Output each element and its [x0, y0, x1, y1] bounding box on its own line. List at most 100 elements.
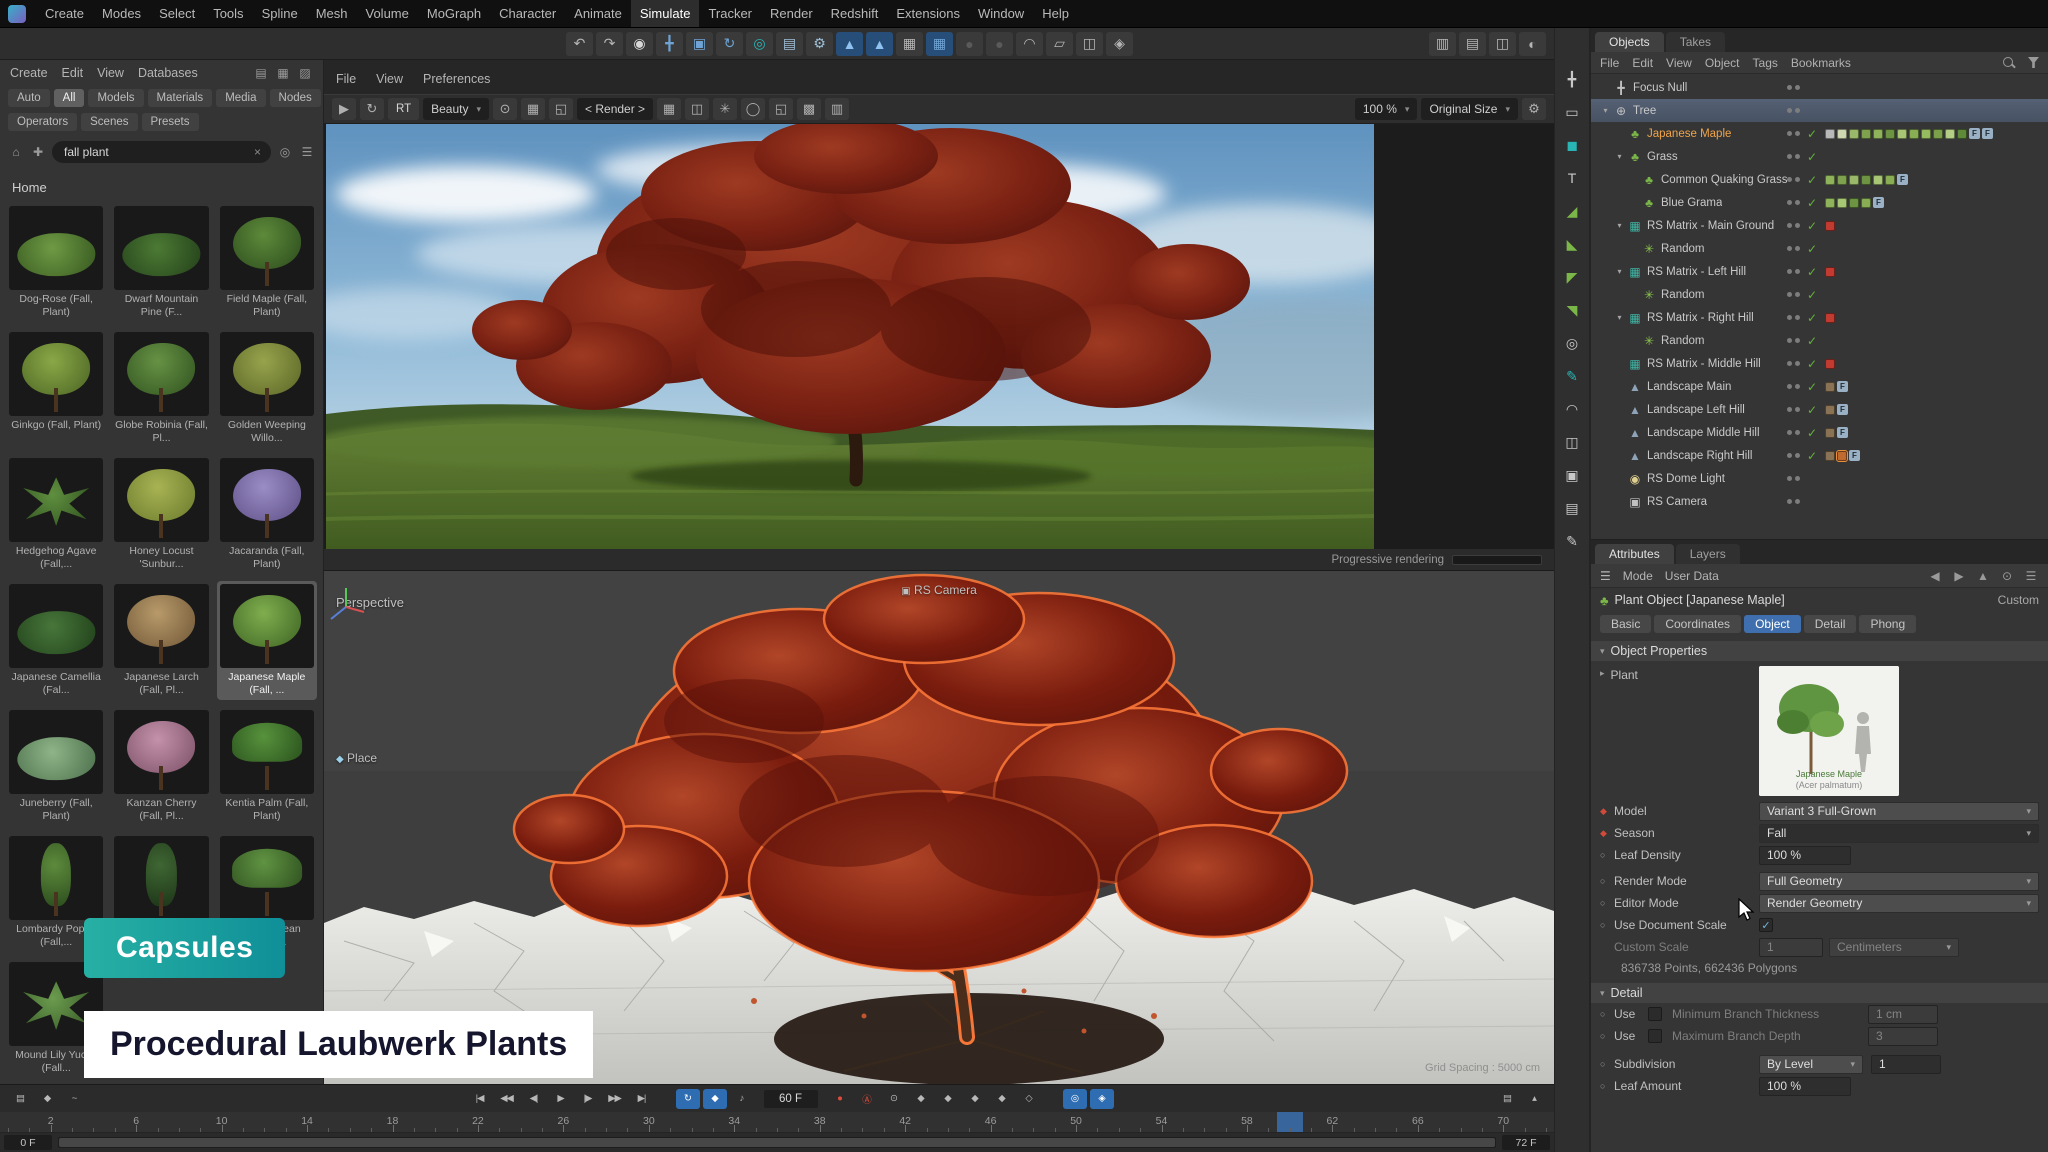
enabled-check-icon[interactable]: ✓: [1807, 127, 1817, 141]
section-object-properties[interactable]: ▾ Object Properties: [1591, 641, 2048, 661]
menu-window[interactable]: Window: [969, 0, 1033, 27]
menu-tracker[interactable]: Tracker: [699, 0, 761, 27]
asset-item[interactable]: Japanese Larch (Fall, Pl...: [111, 581, 211, 700]
layout-render-icon[interactable]: ▥: [1429, 32, 1456, 56]
enabled-check-icon[interactable]: ✓: [1807, 219, 1817, 233]
object-tree-item[interactable]: ▾⊕Tree: [1591, 99, 2048, 122]
film-tool-icon[interactable]: ▤: [1560, 497, 1584, 519]
expander-icon[interactable]: ▾: [1613, 152, 1626, 161]
editor-visibility-dot[interactable]: [1787, 85, 1792, 90]
leaf-density-field[interactable]: 100 %: [1759, 846, 1851, 865]
asset-item[interactable]: Honey Locust 'Sunbur...: [111, 455, 211, 574]
subdivision-mode-dropdown[interactable]: By Level ▾: [1759, 1055, 1863, 1074]
app-logo-icon[interactable]: [8, 5, 26, 23]
axis-gizmo[interactable]: [324, 583, 368, 627]
tag-icon[interactable]: F: [1897, 174, 1908, 185]
hamburger-icon[interactable]: ☰: [1600, 569, 1611, 583]
history-back-icon[interactable]: ◀: [1927, 568, 1943, 584]
disabled-circle-b-icon[interactable]: ●: [986, 32, 1013, 56]
enabled-check-icon[interactable]: ✓: [1807, 288, 1817, 302]
material-chip[interactable]: [1873, 129, 1883, 139]
keyframe-dot-icon[interactable]: ◆: [1600, 806, 1614, 817]
asset-item[interactable]: Juneberry (Fall, Plant): [6, 707, 106, 826]
object-tree-item[interactable]: ◉RS Dome Light: [1591, 467, 2048, 490]
range-start-field[interactable]: [4, 1135, 52, 1150]
param-dot-icon[interactable]: ○: [1600, 876, 1614, 886]
visibility-dots[interactable]: [1787, 131, 1800, 136]
ab-menu-edit[interactable]: Edit: [62, 66, 84, 80]
render-visibility-dot[interactable]: [1795, 338, 1800, 343]
visibility-dots[interactable]: [1787, 154, 1800, 159]
redo-icon[interactable]: ↷: [596, 32, 623, 56]
render-visibility-dot[interactable]: [1795, 315, 1800, 320]
tab-takes[interactable]: Takes: [1666, 32, 1725, 52]
tag-icon[interactable]: F: [1969, 128, 1980, 139]
material-chip[interactable]: [1885, 129, 1895, 139]
section-detail[interactable]: ▾ Detail: [1591, 983, 2048, 1003]
keyframe-dot-icon[interactable]: ◆: [1600, 828, 1614, 839]
prev-key-button[interactable]: ◀◀: [495, 1089, 519, 1109]
menu-mesh[interactable]: Mesh: [307, 0, 357, 27]
perspective-viewport[interactable]: Perspective ▣ RS Camera ◆ Place Grid Spa…: [324, 571, 1554, 1084]
menu-help[interactable]: Help: [1033, 0, 1078, 27]
compare-icon[interactable]: ◫: [685, 98, 709, 120]
expand-timeline-icon[interactable]: ▴: [1522, 1089, 1546, 1109]
editor-visibility-dot[interactable]: [1787, 453, 1792, 458]
snap-toggle[interactable]: ◈: [1090, 1089, 1114, 1109]
enabled-check-icon[interactable]: ✓: [1807, 150, 1817, 164]
editor-visibility-dot[interactable]: [1787, 246, 1792, 251]
history-forward-icon[interactable]: ▶: [1951, 568, 1967, 584]
last-tool-icon[interactable]: ◎: [746, 32, 773, 56]
visibility-dots[interactable]: [1787, 499, 1800, 504]
symmetry-icon[interactable]: ◫: [1076, 32, 1103, 56]
simulate-project-icon[interactable]: ▲: [836, 32, 863, 56]
filter-operators[interactable]: Operators: [8, 113, 77, 131]
sound-toggle[interactable]: ♪: [730, 1089, 754, 1109]
enabled-check-icon[interactable]: ✓: [1807, 265, 1817, 279]
user-data-menu[interactable]: User Data: [1665, 569, 1719, 583]
enabled-check-icon[interactable]: ✓: [1807, 403, 1817, 417]
asset-item[interactable]: Field Maple (Fall, Plant): [217, 203, 317, 322]
menu-render[interactable]: Render: [761, 0, 822, 27]
render-view-icon[interactable]: ▤: [776, 32, 803, 56]
keyframe-selection-icon[interactable]: ⊙: [882, 1089, 906, 1109]
solo-toggle[interactable]: ◎: [1063, 1089, 1087, 1109]
obj-menu-file[interactable]: File: [1600, 56, 1619, 70]
expander-icon[interactable]: ▾: [1613, 313, 1626, 322]
mirror-tool-icon[interactable]: ◫: [1560, 431, 1584, 453]
filter-all[interactable]: All: [54, 89, 85, 107]
expander-icon[interactable]: ▾: [1613, 221, 1626, 230]
menu-select[interactable]: Select: [150, 0, 204, 27]
loop-playback-toggle[interactable]: ↻: [676, 1089, 700, 1109]
visibility-dots[interactable]: [1787, 246, 1800, 251]
current-frame-field[interactable]: [764, 1090, 818, 1108]
menu-modes[interactable]: Modes: [93, 0, 150, 27]
attr-tab-phong[interactable]: Phong: [1859, 615, 1916, 633]
subdivision-field[interactable]: 1: [1871, 1055, 1941, 1074]
render-visibility-dot[interactable]: [1795, 292, 1800, 297]
capsule-icon[interactable]: ◈: [1106, 32, 1133, 56]
obj-menu-object[interactable]: Object: [1705, 56, 1740, 70]
prev-frame-button[interactable]: ◀|: [522, 1089, 546, 1109]
material-chip[interactable]: [1921, 129, 1931, 139]
object-tree-item[interactable]: ▲Landscape Middle Hill✓F: [1591, 421, 2048, 444]
material-chip[interactable]: [1825, 129, 1835, 139]
object-tree-item[interactable]: ▾▦RS Matrix - Main Ground✓: [1591, 214, 2048, 237]
fcurve-icon[interactable]: ~: [62, 1089, 86, 1109]
render-visibility-dot[interactable]: [1795, 85, 1800, 90]
ab-menu-databases[interactable]: Databases: [138, 66, 198, 80]
enabled-check-icon[interactable]: ✓: [1807, 380, 1817, 394]
render-visibility-dot[interactable]: [1795, 361, 1800, 366]
object-tree-item[interactable]: ▾♣Grass✓: [1591, 145, 2048, 168]
material-chip[interactable]: [1873, 175, 1883, 185]
attr-tab-object[interactable]: Object: [1744, 615, 1801, 633]
object-tree-item[interactable]: ✳Random✓: [1591, 329, 2048, 352]
use-document-scale-checkbox[interactable]: ✓: [1759, 918, 1773, 932]
object-tree-item[interactable]: ✳Random✓: [1591, 237, 2048, 260]
pass-dropdown[interactable]: Beauty ▾: [423, 98, 489, 120]
rv-menu-preferences[interactable]: Preferences: [423, 72, 490, 94]
search-input[interactable]: [62, 144, 250, 160]
material-chip[interactable]: [1861, 175, 1871, 185]
visibility-dots[interactable]: [1787, 269, 1800, 274]
scale-tool-icon[interactable]: ▣: [686, 32, 713, 56]
